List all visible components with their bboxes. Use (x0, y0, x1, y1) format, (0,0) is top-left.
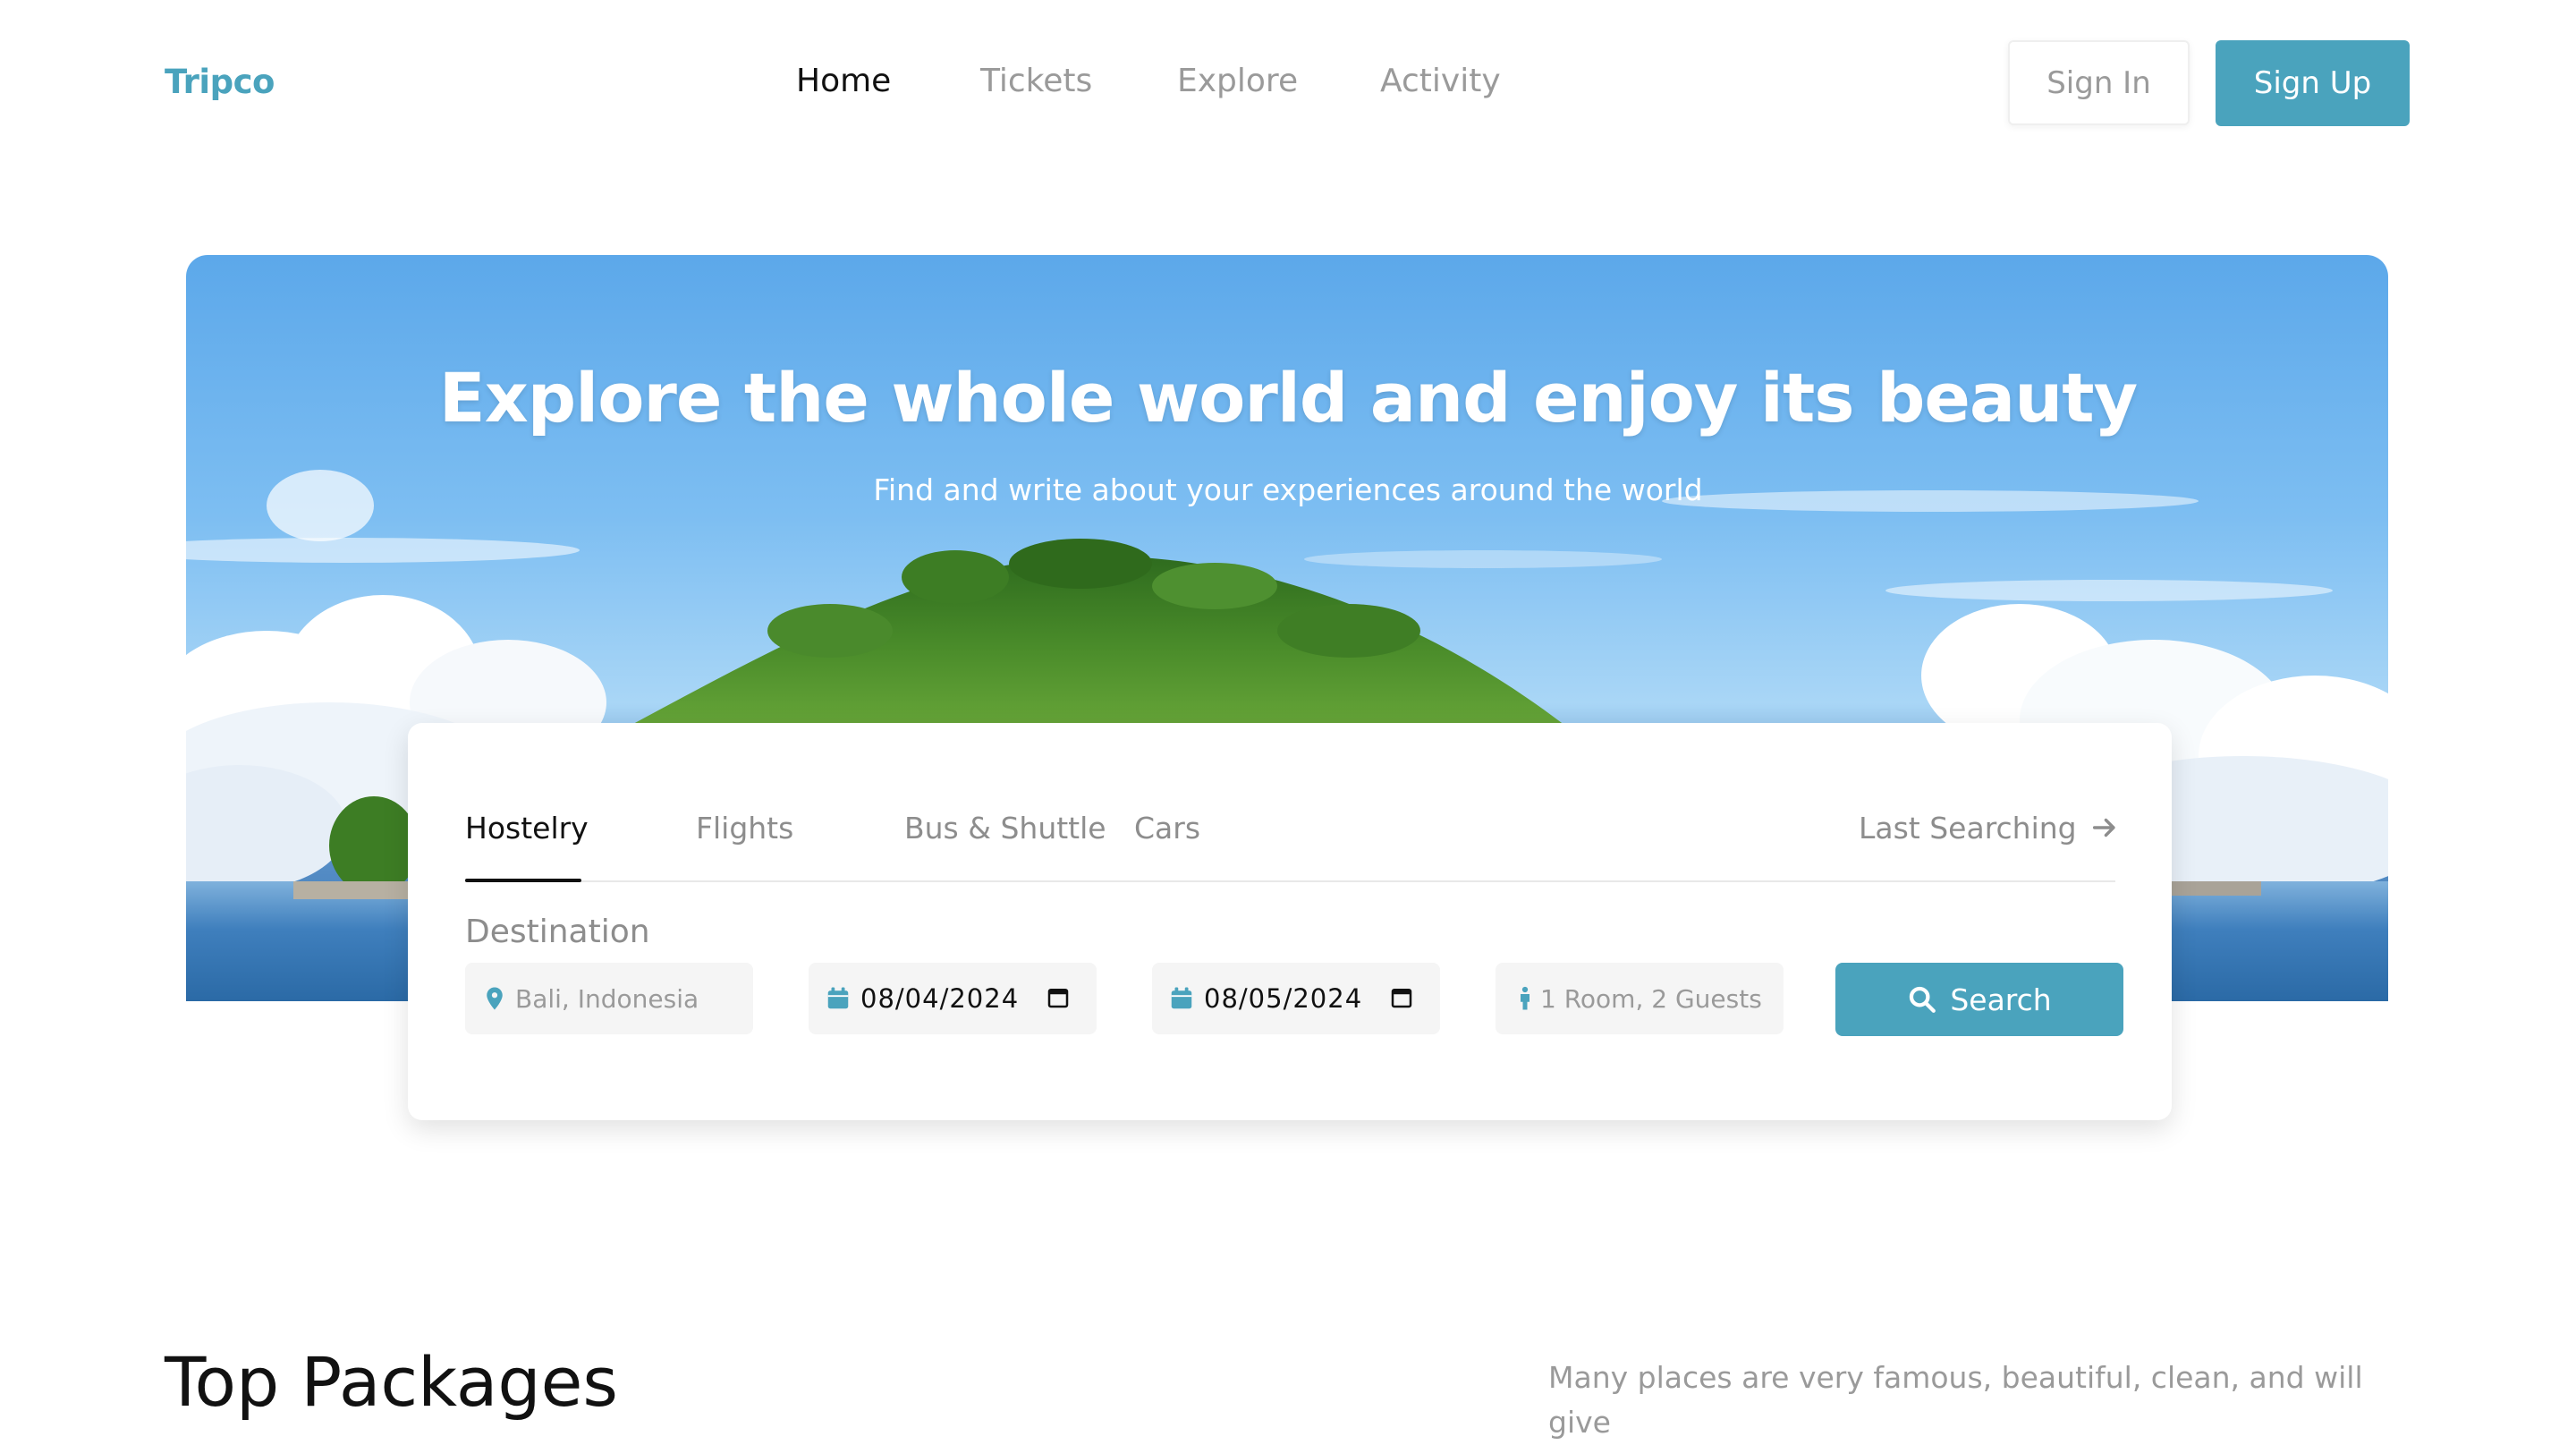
tab-flights[interactable]: Flights (696, 811, 793, 846)
active-tab-indicator (465, 879, 581, 882)
guests-value: 1 Room, 2 Guests (1540, 983, 1762, 1014)
sign-up-button[interactable]: Sign Up (2216, 40, 2410, 126)
date-picker-icon[interactable] (1045, 984, 1072, 1011)
tab-hostelry[interactable]: Hostelry (465, 811, 589, 846)
check-in-value: 08/04/2024 (860, 983, 1020, 1014)
check-out-date-input[interactable]: 08/05/2024 (1152, 963, 1440, 1034)
destination-input[interactable]: Bali, Indonesia (465, 963, 753, 1034)
destination-value: Bali, Indonesia (515, 983, 699, 1014)
last-searching-link[interactable]: Last Searching (1859, 811, 2077, 846)
hero-title: Explore the whole world and enjoy its be… (438, 358, 2138, 438)
nav-explore[interactable]: Explore (1177, 63, 1298, 99)
section-title: Top Packages (165, 1342, 619, 1422)
nav-home[interactable]: Home (796, 63, 891, 99)
nav-tickets[interactable]: Tickets (980, 63, 1092, 99)
section-description: Many places are very famous, beautiful, … (1548, 1360, 2363, 1440)
location-pin-icon (487, 987, 503, 1010)
date-picker-icon[interactable] (1388, 984, 1415, 1011)
logo[interactable]: Tripco (165, 63, 275, 101)
search-icon (1910, 986, 1936, 1013)
tabs-divider (465, 880, 2115, 882)
check-in-date-input[interactable]: 08/04/2024 (809, 963, 1097, 1034)
search-button[interactable]: Search (1835, 963, 2123, 1036)
guests-input[interactable]: 1 Room, 2 Guests (1496, 963, 1784, 1034)
calendar-icon (827, 987, 849, 1009)
check-out-value: 08/05/2024 (1204, 983, 1363, 1014)
nav-activity[interactable]: Activity (1380, 63, 1501, 99)
search-button-label: Search (1950, 982, 2052, 1017)
sign-in-button[interactable]: Sign In (2008, 40, 2190, 125)
destination-label: Destination (465, 914, 650, 950)
tab-bus-shuttle[interactable]: Bus & Shuttle (904, 811, 1106, 846)
arrow-right-icon[interactable] (2089, 812, 2120, 843)
calendar-icon (1171, 987, 1192, 1009)
person-icon (1521, 986, 1530, 1010)
tab-cars[interactable]: Cars (1134, 811, 1200, 846)
search-card: Hostelry Flights Bus & Shuttle Cars Last… (408, 723, 2172, 1120)
hero-subtitle: Find and write about your experiences ar… (873, 472, 1703, 507)
